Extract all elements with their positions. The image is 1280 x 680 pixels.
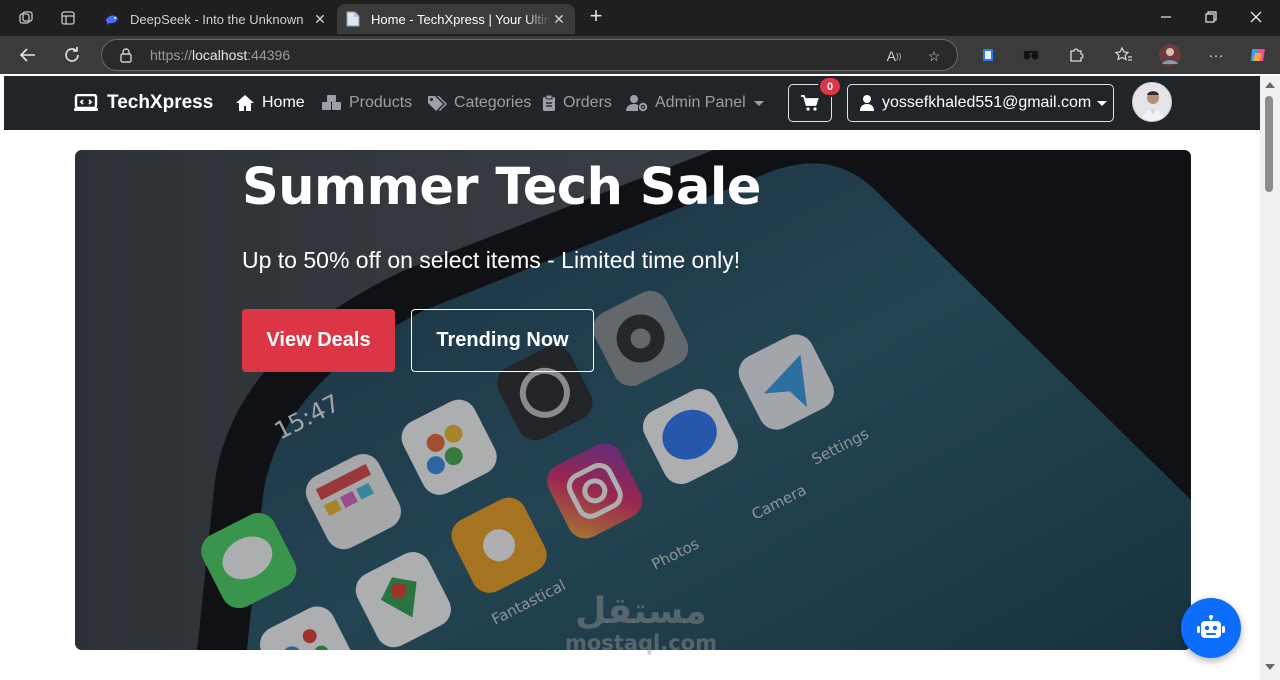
nav-products[interactable]: Products xyxy=(321,94,412,112)
home-icon xyxy=(236,95,254,111)
nav-products-label: Products xyxy=(349,94,413,111)
browser-tab-strip: DeepSeek - Into the Unknown ✕ Home - Tec… xyxy=(0,0,1280,36)
trending-now-button[interactable]: Trending Now xyxy=(411,309,594,372)
page-scrollbar[interactable] xyxy=(1260,76,1280,680)
chevron-down-icon xyxy=(1097,100,1108,106)
nav-orders-label: Orders xyxy=(563,94,612,111)
minimize-icon[interactable] xyxy=(1155,6,1177,28)
chevron-down-icon xyxy=(753,100,764,106)
tab-title: DeepSeek - Into the Unknown xyxy=(130,11,304,27)
workspaces-icon[interactable] xyxy=(16,8,36,28)
user-menu-button[interactable]: yossefkhaled551@gmail.com xyxy=(847,84,1114,122)
cart-count-badge: 0 xyxy=(818,76,842,97)
brand-name: TechXpress xyxy=(107,92,214,113)
hero-banner: 15:47 Fantastical Photos Camera Settings… xyxy=(75,150,1191,650)
site-navbar: TechXpress Home Products Categories Orde… xyxy=(4,76,1260,130)
read-aloud-icon[interactable]: A)) xyxy=(884,46,904,66)
lock-icon[interactable] xyxy=(118,47,134,63)
shopping-cart-icon xyxy=(801,95,819,111)
extensions-puzzle-icon[interactable] xyxy=(1065,44,1087,66)
laptop-code-icon xyxy=(74,94,98,111)
view-deals-button[interactable]: View Deals xyxy=(242,309,395,372)
close-tab-icon[interactable]: ✕ xyxy=(312,11,328,27)
nav-home[interactable]: Home xyxy=(235,94,305,112)
page-icon xyxy=(345,11,361,27)
robot-icon xyxy=(1197,615,1225,638)
tab-deepseek[interactable]: DeepSeek - Into the Unknown ✕ xyxy=(96,4,336,34)
profile-avatar-icon[interactable] xyxy=(1159,44,1181,66)
avatar[interactable] xyxy=(1132,82,1172,122)
user-cog-icon xyxy=(626,95,648,112)
hero-overlay xyxy=(75,150,1191,650)
tab-actions-icon[interactable] xyxy=(58,8,78,28)
extension-docs-icon[interactable] xyxy=(977,44,999,66)
restore-icon[interactable] xyxy=(1200,6,1222,28)
browser-toolbar: https://localhost:44396 A)) ☆ xyxy=(0,36,1280,74)
refresh-icon[interactable] xyxy=(61,44,83,66)
nav-categories[interactable]: Categories xyxy=(427,94,531,112)
close-tab-icon[interactable]: ✕ xyxy=(551,11,567,27)
deepseek-whale-icon xyxy=(104,11,120,27)
user-email: yossefkhaled551@gmail.com xyxy=(882,94,1092,111)
tab-techxpress[interactable]: Home - TechXpress | Your Ultimate ✕ xyxy=(337,4,575,34)
page-viewport: TechXpress Home Products Categories Orde… xyxy=(0,74,1280,680)
nav-home-label: Home xyxy=(262,94,305,111)
nav-admin-panel-label: Admin Panel xyxy=(655,94,746,111)
back-arrow-icon[interactable] xyxy=(17,44,39,66)
extension-glasses-icon[interactable] xyxy=(1020,44,1042,66)
copilot-icon[interactable] xyxy=(1247,44,1269,66)
new-tab-plus-icon[interactable]: + xyxy=(585,5,607,28)
clipboard-icon xyxy=(543,94,555,111)
close-window-icon[interactable] xyxy=(1245,6,1267,28)
favorite-star-icon[interactable]: ☆ xyxy=(924,46,944,66)
boxes-icon xyxy=(322,95,341,110)
chatbot-button[interactable] xyxy=(1181,598,1241,658)
nav-categories-label: Categories xyxy=(454,94,532,111)
address-bar[interactable]: https://localhost:44396 A)) ☆ xyxy=(101,39,958,71)
user-icon xyxy=(860,95,874,111)
more-menu-icon[interactable]: ··· xyxy=(1205,44,1227,66)
nav-orders[interactable]: Orders xyxy=(542,94,612,112)
hero-title: Summer Tech Sale xyxy=(242,158,761,217)
hero-subtitle: Up to 50% off on select items - Limited … xyxy=(242,247,741,273)
scroll-down-arrow-icon[interactable] xyxy=(1265,664,1275,670)
scroll-up-arrow-icon[interactable] xyxy=(1265,82,1275,88)
scrollbar-thumb[interactable] xyxy=(1265,96,1273,192)
favorites-icon[interactable] xyxy=(1113,44,1135,66)
tags-icon xyxy=(428,96,447,111)
brand-logo[interactable]: TechXpress xyxy=(74,92,213,114)
url-text: https://localhost:44396 xyxy=(150,47,291,63)
nav-admin-panel[interactable]: Admin Panel xyxy=(626,94,764,112)
tab-title: Home - TechXpress | Your Ultimate xyxy=(371,11,551,27)
